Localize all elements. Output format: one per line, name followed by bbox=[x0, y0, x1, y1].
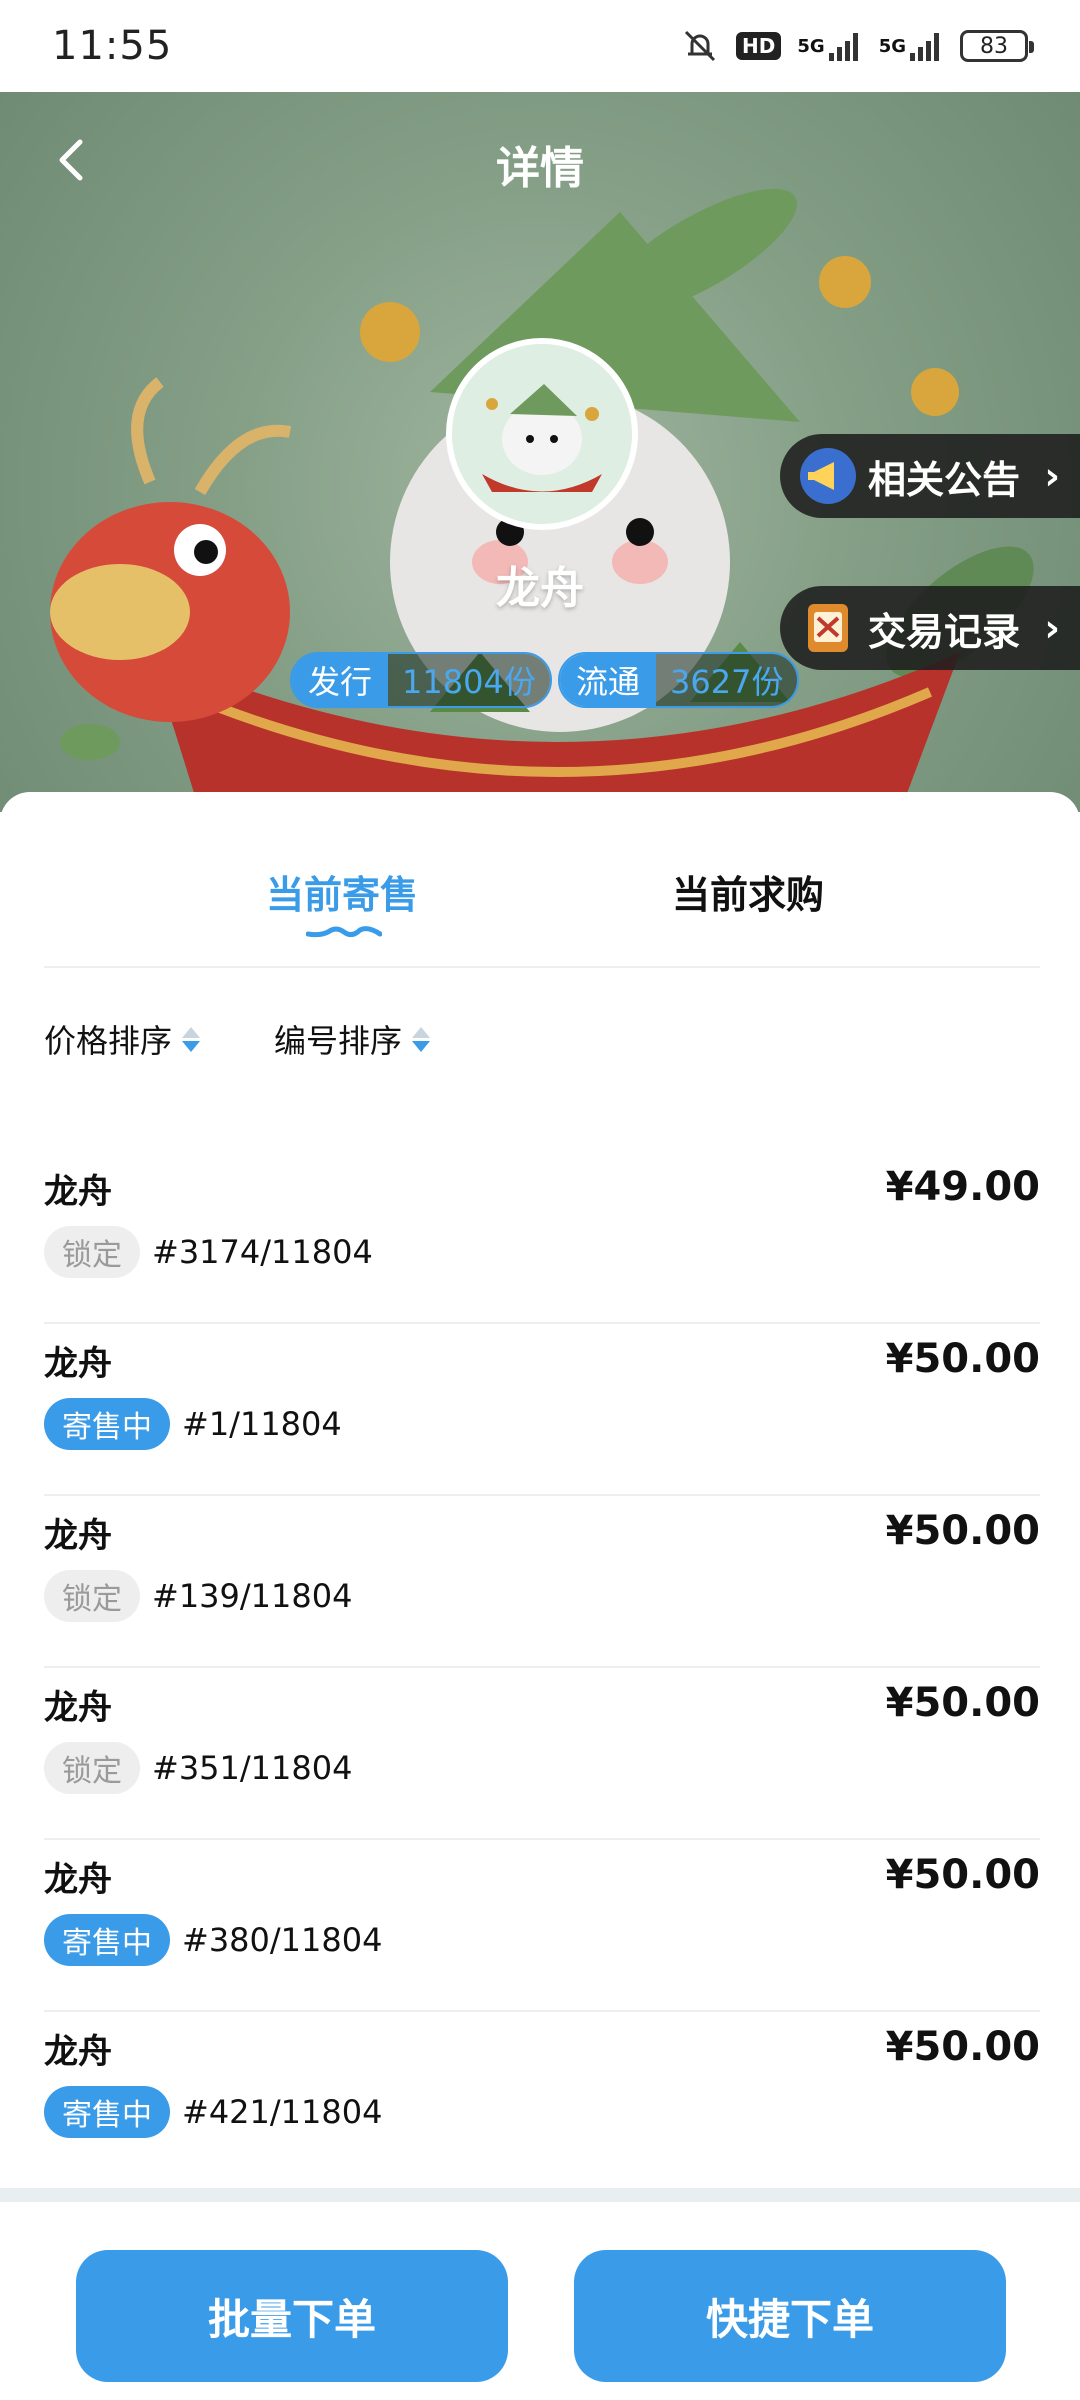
network-label-1: 5G bbox=[797, 35, 825, 57]
listing-serial: #421/11804 bbox=[182, 2093, 383, 2131]
status-time: 11:55 bbox=[52, 23, 173, 69]
page-title: 详情 bbox=[496, 143, 584, 194]
listing-row[interactable]: 龙舟 ¥49.00 锁定 #3174/11804 bbox=[44, 1152, 1040, 1324]
issue-label: 发行 bbox=[292, 654, 389, 706]
tab-current-sale[interactable]: 当前寄售 bbox=[266, 864, 418, 919]
chevron-right-icon: › bbox=[1044, 606, 1060, 650]
quick-order-button[interactable]: 快捷下单 bbox=[574, 2250, 1006, 2382]
sort-number-label: 编号排序 bbox=[274, 1022, 403, 1060]
circulation-count-badge: 流通 3627份 bbox=[558, 652, 800, 708]
signal-icon: 5G bbox=[797, 31, 862, 61]
signal-icon: 5G bbox=[879, 31, 944, 61]
listing-name: 龙舟 bbox=[44, 1344, 112, 1384]
listing-name: 龙舟 bbox=[44, 1516, 112, 1556]
listing-price: ¥50.00 bbox=[885, 2024, 1040, 2070]
listing-name: 龙舟 bbox=[44, 1860, 112, 1900]
status-badge: 锁定 bbox=[44, 1570, 140, 1622]
mute-icon bbox=[680, 26, 720, 66]
listing-serial: #139/11804 bbox=[152, 1577, 353, 1615]
tab-current-buy[interactable]: 当前求购 bbox=[672, 864, 824, 919]
status-badge: 寄售中 bbox=[44, 1398, 170, 1450]
bottom-action-bar: 批量下单 快捷下单 bbox=[0, 2188, 1080, 2400]
trade-records-label: 交易记录 bbox=[868, 609, 1021, 654]
listing-row[interactable]: 龙舟 ¥50.00 锁定 #139/11804 bbox=[44, 1496, 1040, 1668]
item-avatar bbox=[446, 338, 638, 530]
listing-serial: #1/11804 bbox=[182, 1405, 342, 1443]
chevron-right-icon: › bbox=[1044, 454, 1060, 498]
listing-row[interactable]: 龙舟 ¥50.00 寄售中 #1/11804 bbox=[44, 1324, 1040, 1496]
listing-row[interactable]: 龙舟 ¥50.00 锁定 #351/11804 bbox=[44, 1668, 1040, 1840]
status-badge: 锁定 bbox=[44, 1742, 140, 1794]
sort-price-label: 价格排序 bbox=[44, 1022, 173, 1060]
megaphone-icon bbox=[800, 448, 856, 504]
status-badge: 寄售中 bbox=[44, 1914, 170, 1966]
battery-icon: 83 bbox=[960, 30, 1034, 62]
tab-active-indicator bbox=[306, 926, 382, 938]
announcements-label: 相关公告 bbox=[868, 457, 1021, 502]
hero-banner: 详情 龙舟 相关公告 › 交易记录 › 发行 11804份 流通 3627份 bbox=[0, 92, 1080, 812]
issue-count-badge: 发行 11804份 bbox=[290, 652, 552, 708]
trade-records-button[interactable]: 交易记录 › bbox=[780, 586, 1080, 670]
circulation-label: 流通 bbox=[560, 654, 657, 706]
listing-price: ¥49.00 bbox=[885, 1164, 1040, 1210]
circulation-value: 3627份 bbox=[656, 654, 798, 706]
listing-serial: #351/11804 bbox=[152, 1749, 353, 1787]
status-icons: HD 5G 5G 83 bbox=[680, 26, 1034, 66]
listing-name: 龙舟 bbox=[44, 2032, 112, 2072]
hd-icon: HD bbox=[736, 32, 782, 60]
tab-bar: 当前寄售 当前求购 bbox=[44, 792, 1040, 968]
status-badge: 锁定 bbox=[44, 1226, 140, 1278]
announcements-button[interactable]: 相关公告 › bbox=[780, 434, 1080, 518]
content-card: 当前寄售 当前求购 价格排序 编号排序 龙舟 ¥49.00 锁定 #3174/1… bbox=[0, 792, 1080, 2188]
listing-serial: #3174/11804 bbox=[152, 1233, 373, 1271]
sort-arrows-icon bbox=[412, 1026, 431, 1052]
listing-name: 龙舟 bbox=[44, 1688, 112, 1728]
listing-price: ¥50.00 bbox=[885, 1336, 1040, 1382]
listing-price: ¥50.00 bbox=[885, 1508, 1040, 1554]
sort-arrows-icon bbox=[182, 1026, 201, 1052]
network-label-2: 5G bbox=[878, 35, 906, 57]
book-icon bbox=[808, 604, 848, 652]
sort-bar: 价格排序 编号排序 bbox=[44, 1016, 431, 1062]
listing-row[interactable]: 龙舟 ¥50.00 寄售中 #380/11804 bbox=[44, 1840, 1040, 2012]
batch-order-button[interactable]: 批量下单 bbox=[76, 2250, 508, 2382]
listing-price: ¥50.00 bbox=[885, 1852, 1040, 1898]
sort-by-price[interactable]: 价格排序 bbox=[44, 1016, 201, 1062]
listing-price: ¥50.00 bbox=[885, 1680, 1040, 1726]
sort-by-number[interactable]: 编号排序 bbox=[274, 1016, 431, 1062]
listing-serial: #380/11804 bbox=[182, 1921, 383, 1959]
issue-value: 11804份 bbox=[388, 654, 550, 706]
status-bar: 11:55 HD 5G 5G 83 bbox=[0, 0, 1080, 92]
listing-row[interactable]: 龙舟 ¥50.00 寄售中 #421/11804 bbox=[44, 2012, 1040, 2184]
listing-name: 龙舟 bbox=[44, 1172, 112, 1212]
listing-list: 龙舟 ¥49.00 锁定 #3174/11804 龙舟 ¥50.00 寄售中 #… bbox=[44, 1152, 1040, 2184]
status-badge: 寄售中 bbox=[44, 2086, 170, 2138]
